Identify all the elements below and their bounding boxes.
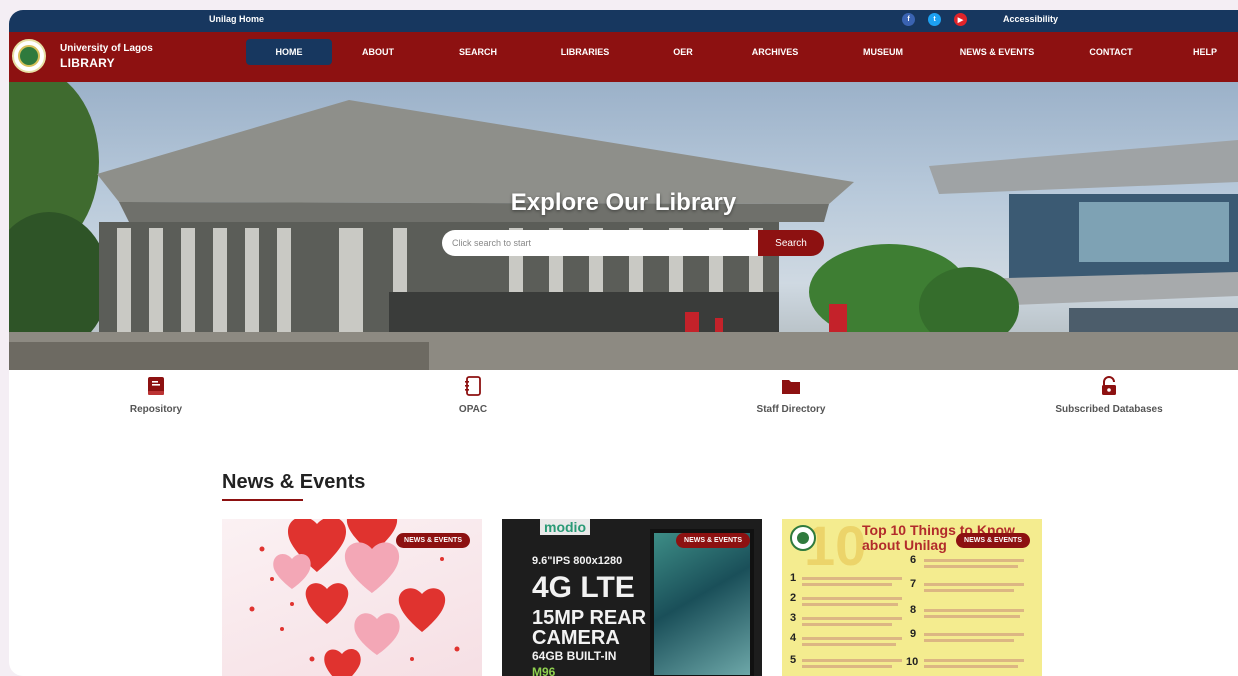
folder-icon xyxy=(782,380,800,394)
news-card[interactable]: modio 9.6"IPS 800x1280 4G LTE 15MP REAR … xyxy=(502,519,762,676)
svg-text:1: 1 xyxy=(790,572,796,584)
svg-text:7: 7 xyxy=(910,578,916,590)
card-image-text: 64GB BUILT-IN xyxy=(532,649,617,663)
accessibility-link[interactable]: Accessibility xyxy=(1003,14,1058,24)
svg-text:6: 6 xyxy=(910,554,916,566)
card-image-brand: modio xyxy=(540,519,590,535)
nav-search[interactable]: SEARCH xyxy=(449,39,507,65)
quick-link-repository[interactable]: Repository xyxy=(66,376,246,415)
browser-window: Unilag Home f t ▶ Accessibility Universi… xyxy=(9,10,1238,676)
quick-link-opac[interactable]: OPAC xyxy=(383,376,563,415)
youtube-icon[interactable]: ▶ xyxy=(954,13,967,26)
nav-home[interactable]: HOME xyxy=(246,39,332,65)
facebook-icon[interactable]: f xyxy=(902,13,915,26)
nav-libraries[interactable]: LIBRARIES xyxy=(549,39,621,65)
news-card[interactable]: NEWS & EVENTS xyxy=(222,519,482,676)
unilag-home-link[interactable]: Unilag Home xyxy=(209,14,264,24)
news-card[interactable]: 10 Top 10 Things to Know about Unilag 1 … xyxy=(782,519,1042,676)
hero-search-button[interactable]: Search xyxy=(758,230,824,256)
tablet-screen xyxy=(650,529,754,676)
brand-library: LIBRARY xyxy=(60,56,115,70)
svg-text:9: 9 xyxy=(910,628,916,640)
nav-oer[interactable]: OER xyxy=(665,39,701,65)
quick-link-staff-directory[interactable]: Staff Directory xyxy=(701,376,881,415)
main-navbar: University of Lagos LIBRARY HOME ABOUT S… xyxy=(9,32,1238,82)
news-section-title: News & Events xyxy=(222,471,366,493)
university-logo[interactable] xyxy=(12,39,46,73)
twitter-icon[interactable]: t xyxy=(928,13,941,26)
card-image-text: M96 xyxy=(532,665,556,676)
nav-museum[interactable]: MUSEUM xyxy=(855,39,911,65)
quick-link-label: Repository xyxy=(129,404,183,415)
quick-link-subscribed-databases[interactable]: Subscribed Databases xyxy=(1019,376,1199,415)
nav-archives[interactable]: ARCHIVES xyxy=(745,39,805,65)
brand-university: University of Lagos xyxy=(60,43,153,54)
card-image-text: CAMERA xyxy=(532,627,620,649)
news-category-badge: NEWS & EVENTS xyxy=(676,533,750,548)
news-category-badge: NEWS & EVENTS xyxy=(956,533,1030,548)
nav-help[interactable]: HELP xyxy=(1185,39,1225,65)
news-title-underline xyxy=(222,499,303,501)
quick-link-label: Subscribed Databases xyxy=(1055,404,1163,415)
quick-link-label: Staff Directory xyxy=(756,404,826,415)
library-building-photo xyxy=(9,82,1238,370)
nav-about[interactable]: ABOUT xyxy=(349,39,407,65)
svg-text:3: 3 xyxy=(790,612,796,624)
svg-text:8: 8 xyxy=(910,604,916,616)
svg-text:2: 2 xyxy=(790,592,796,604)
hero-search-bar: Search xyxy=(442,230,824,256)
hero-search-input[interactable] xyxy=(442,230,758,256)
card-image-text: 4G LTE xyxy=(532,571,635,604)
repository-book-icon xyxy=(148,377,164,395)
unlock-icon xyxy=(1102,376,1116,395)
nav-news-events[interactable]: NEWS & EVENTS xyxy=(955,39,1039,65)
svg-text:4: 4 xyxy=(790,632,797,644)
quick-link-label: OPAC xyxy=(458,404,488,415)
utility-bar: Unilag Home f t ▶ Accessibility xyxy=(9,10,1238,32)
nav-contact[interactable]: CONTACT xyxy=(1083,39,1139,65)
logo-seal xyxy=(18,45,40,67)
hero-banner: Explore Our Library Search xyxy=(9,82,1238,370)
card-image-text: 9.6"IPS 800x1280 xyxy=(532,555,623,567)
news-category-badge: NEWS & EVENTS xyxy=(396,533,470,548)
hero-title: Explore Our Library xyxy=(510,189,737,216)
svg-text:5: 5 xyxy=(790,654,796,666)
site-brand[interactable]: University of Lagos LIBRARY xyxy=(60,42,153,70)
svg-text:10: 10 xyxy=(906,656,918,668)
catalog-book-icon xyxy=(465,376,481,396)
